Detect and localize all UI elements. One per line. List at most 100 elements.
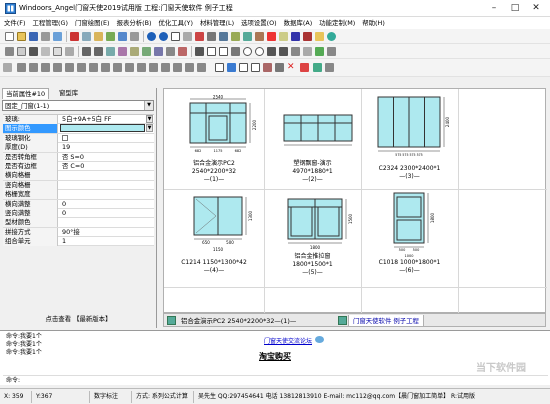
layout-icon[interactable] <box>231 32 240 41</box>
window-drawing-6[interactable]: 1800 500 500 1000 <box>380 189 454 259</box>
preview-icon[interactable] <box>53 32 62 41</box>
panel-icon[interactable] <box>53 47 62 56</box>
prop-tempered[interactable]: 玻璃钢化 <box>3 133 154 144</box>
split-icon[interactable] <box>41 47 50 56</box>
menu-file[interactable]: 文件(F) <box>4 17 25 29</box>
door-icon[interactable] <box>255 32 264 41</box>
bevel-icon[interactable] <box>118 47 127 56</box>
tool-c-icon[interactable] <box>41 63 50 72</box>
tool-a-icon[interactable] <box>17 63 26 72</box>
tab-project[interactable]: 门窗天使软件 例子工程 <box>348 315 424 327</box>
tool-e-icon[interactable] <box>65 63 74 72</box>
table-tool-icon[interactable] <box>65 47 74 56</box>
tool-o-icon[interactable] <box>185 63 194 72</box>
tool-g-icon[interactable] <box>89 63 98 72</box>
arrow-icon[interactable] <box>279 47 288 56</box>
arch-icon[interactable] <box>154 47 163 56</box>
prop-horizontal-full[interactable]: 横向满整 0 <box>3 199 154 209</box>
table-icon[interactable] <box>106 32 115 41</box>
menu-project[interactable]: 工程管理(G) <box>32 17 68 29</box>
color-swatch[interactable] <box>60 124 145 133</box>
fill-icon[interactable] <box>142 47 151 56</box>
mark-icon[interactable] <box>178 47 187 56</box>
redo-icon[interactable] <box>159 32 168 41</box>
note-icon[interactable] <box>279 32 288 41</box>
forum-link[interactable]: 门窗天使交流论坛 <box>264 336 312 345</box>
mullion-icon[interactable] <box>82 47 91 56</box>
menu-material[interactable]: 材料管理(L) <box>200 17 234 29</box>
window-drawing-2[interactable] <box>280 111 356 151</box>
book-icon[interactable] <box>303 32 312 41</box>
menu-report[interactable]: 报表分析(B) <box>117 17 152 29</box>
prop-thickness[interactable]: 厚度(D) 19 <box>3 143 154 153</box>
grid-icon[interactable] <box>118 32 127 41</box>
tool-n-icon[interactable] <box>173 63 182 72</box>
menu-help[interactable]: 帮助(H) <box>362 17 385 29</box>
prop-glass[interactable]: 玻璃: 5白+9A+5白 FF ▼ <box>3 115 154 125</box>
menu-options[interactable]: 选项设置(O) <box>241 17 277 29</box>
tab-current-properties[interactable]: 当前属性#10 <box>2 88 50 99</box>
layers-icon[interactable] <box>227 63 236 72</box>
angle-icon[interactable] <box>231 47 240 56</box>
bookmark-icon[interactable] <box>313 63 322 72</box>
ring-icon[interactable] <box>255 47 264 56</box>
taobao-buy-link[interactable]: 淘宝购买 <box>259 351 291 362</box>
tool-m-icon[interactable] <box>161 63 170 72</box>
prop-grille-width[interactable]: 格栅宽度 <box>3 190 154 200</box>
minimize-icon[interactable]: – <box>484 1 504 15</box>
tab-window-library[interactable]: 窗型库 <box>56 88 81 99</box>
window-drawing-3[interactable]: 2400 575 575 575 575 <box>370 93 456 157</box>
window-drawing-4[interactable]: 1300 650 500 1150 <box>182 193 262 255</box>
zoom-icon[interactable] <box>219 32 228 41</box>
square-icon[interactable] <box>219 47 228 56</box>
page2-icon[interactable] <box>251 63 260 72</box>
command-input[interactable]: 命令: <box>3 375 548 384</box>
tool-p-icon[interactable] <box>197 63 206 72</box>
menu-optimize[interactable]: 优化工具(Y) <box>159 17 193 29</box>
transom-icon[interactable] <box>94 47 103 56</box>
tool-i-icon[interactable] <box>113 63 122 72</box>
pen-icon[interactable] <box>195 32 204 41</box>
print-icon[interactable] <box>41 32 50 41</box>
measure-icon[interactable] <box>291 47 300 56</box>
triangle-icon[interactable] <box>267 47 276 56</box>
open-folder-icon[interactable] <box>17 32 26 41</box>
sash-icon[interactable] <box>106 47 115 56</box>
tool-j-icon[interactable] <box>125 63 134 72</box>
menu-database[interactable]: 数据库(A) <box>284 17 313 29</box>
calc-icon[interactable] <box>291 32 300 41</box>
flip-icon[interactable] <box>130 47 139 56</box>
prop-has-frame[interactable]: 是否有边框 否 C=0 <box>3 161 154 172</box>
latest-version-link[interactable]: 点击查看 【最新版本】 <box>0 314 157 323</box>
tab-drawing-1[interactable]: 铝合金演示PC2 2540*2200*32—(1)— <box>177 315 300 327</box>
line-tool-icon[interactable] <box>29 47 38 56</box>
chevron-down-icon[interactable]: ▼ <box>146 115 153 123</box>
diagonal-line-icon[interactable] <box>195 47 204 56</box>
chevron-down-icon[interactable]: ▼ <box>146 124 153 133</box>
new-file-icon[interactable] <box>5 32 14 41</box>
prop-display-color[interactable]: 图示颜色 ▼ <box>3 124 154 134</box>
chevron-down-icon[interactable]: ▼ <box>144 101 153 110</box>
tool-d-icon[interactable] <box>53 63 62 72</box>
copy-icon[interactable] <box>82 32 91 41</box>
view-icon[interactable] <box>215 63 224 72</box>
flag-icon[interactable] <box>300 63 309 72</box>
prop-combo-unit[interactable]: 组合单元 1 <box>3 237 154 247</box>
tool-k-icon[interactable] <box>137 63 146 72</box>
tool-h-icon[interactable] <box>101 63 110 72</box>
tempered-checkbox[interactable] <box>62 134 68 141</box>
prop-corner-frame[interactable]: 是否转角框 否 S=0 <box>3 152 154 162</box>
menu-customize[interactable]: 功能定制(M) <box>319 17 355 29</box>
component-select[interactable]: 固定_门窗(1-1) ▼ <box>2 100 154 111</box>
help-icon[interactable] <box>327 32 336 41</box>
maximize-icon[interactable]: □ <box>505 1 525 15</box>
circle-icon[interactable] <box>243 47 252 56</box>
window-icon[interactable] <box>171 32 180 41</box>
check-icon[interactable] <box>315 47 324 56</box>
brush-icon[interactable] <box>130 32 139 41</box>
page-icon[interactable] <box>239 63 248 72</box>
prop-horizontal-grille[interactable]: 横向格栅 <box>3 171 154 181</box>
tool-l-icon[interactable] <box>149 63 158 72</box>
rect-select-icon[interactable] <box>17 47 26 56</box>
drawing-canvas[interactable]: 2540 2200 682 1175 682 铝合金演示PC2 2540*220… <box>163 88 547 314</box>
